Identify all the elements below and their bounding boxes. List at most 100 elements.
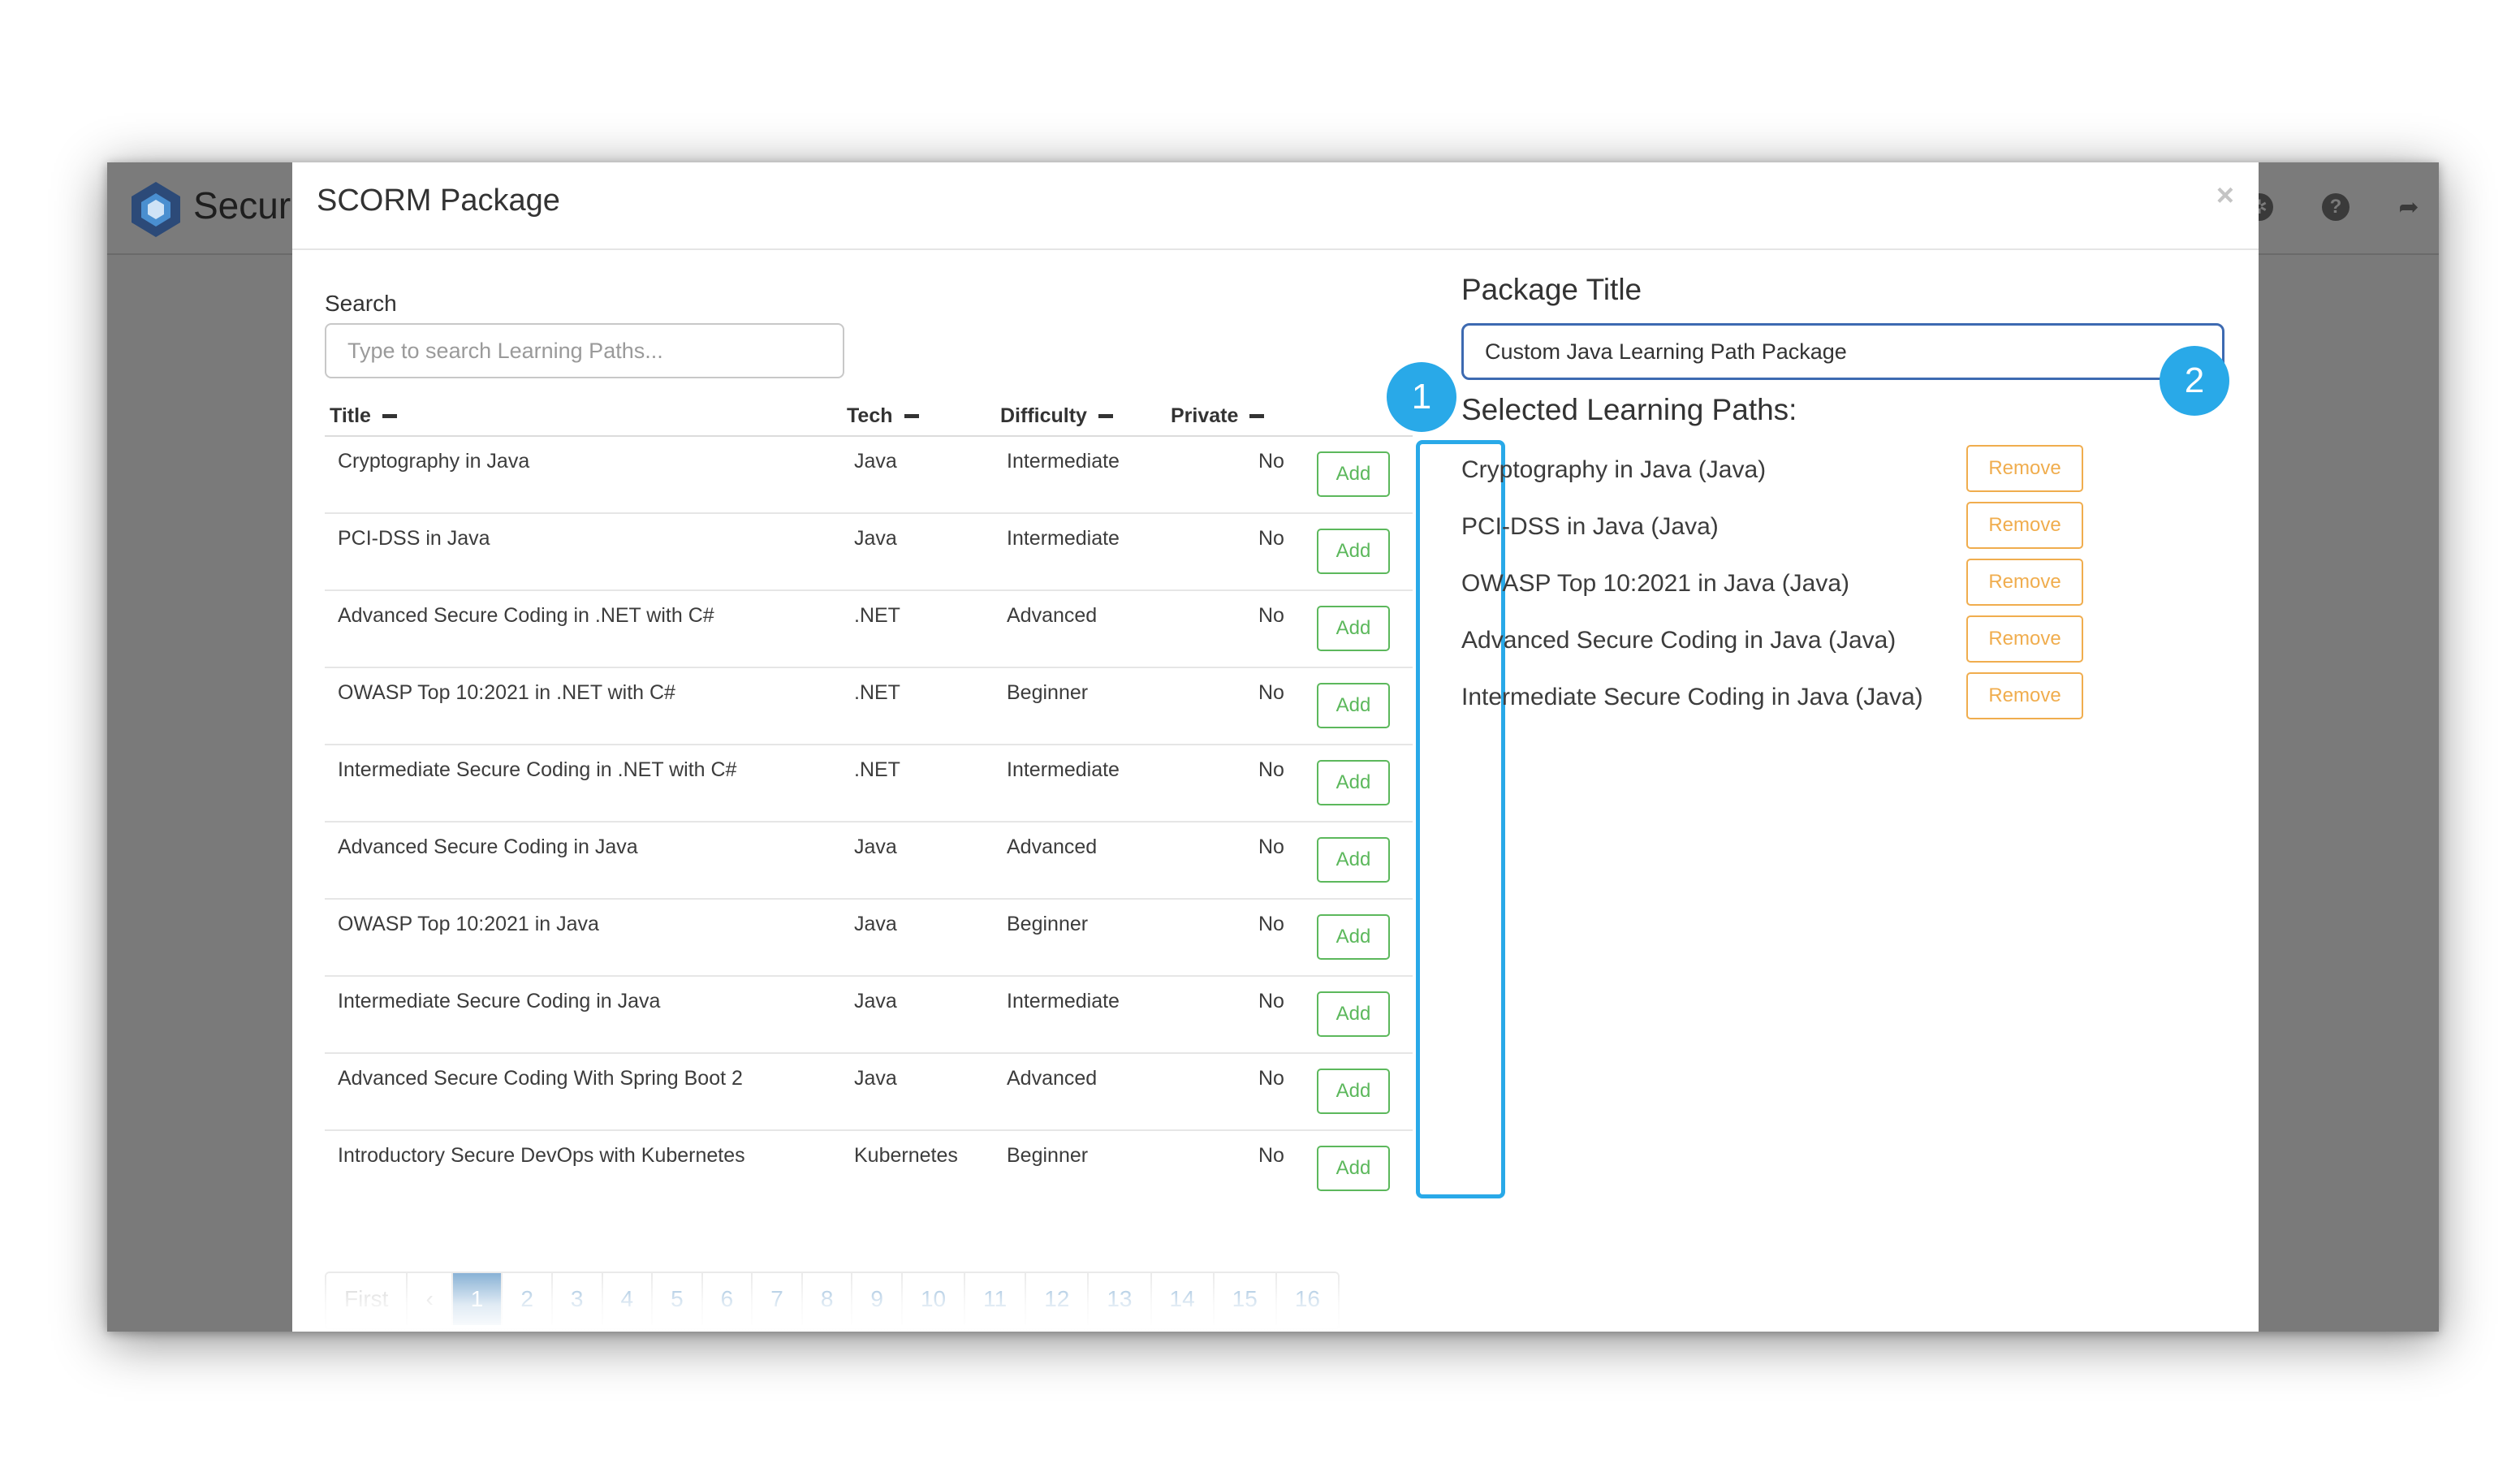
- add-button[interactable]: Add: [1317, 914, 1390, 960]
- row-title: OWASP Top 10:2021 in Java: [338, 913, 599, 935]
- row-private: No: [1258, 1144, 1284, 1167]
- pagination: First ‹ 1 2 3 4 5 6 7 8 9 10 11 12 13 14 15 16: [325, 1272, 1340, 1330]
- table-row: Intermediate Secure Coding in Java Java In…: [325, 977, 1413, 1054]
- column-header-label: Difficulty: [1000, 404, 1087, 427]
- pagination-page[interactable]: 15: [1214, 1273, 1277, 1325]
- pagination-page[interactable]: 14: [1151, 1273, 1215, 1325]
- pagination-page[interactable]: 7: [753, 1273, 803, 1325]
- selected-path-item: OWASP Top 10:2021 in Java (Java) Remove: [1461, 559, 2192, 615]
- table-row: OWASP Top 10:2021 in Java Java Beginner No A…: [325, 900, 1413, 977]
- row-private: No: [1258, 758, 1284, 781]
- pagination-page[interactable]: 11: [965, 1273, 1027, 1325]
- column-header-tech[interactable]: Tech: [847, 404, 919, 428]
- add-button[interactable]: Add: [1317, 451, 1390, 497]
- row-tech: .NET: [854, 758, 900, 781]
- row-difficulty: Beginner: [1007, 1144, 1089, 1167]
- selected-path-name: OWASP Top 10:2021 in Java (Java): [1461, 570, 1850, 597]
- table-row: Advanced Secure Coding in Java Java Advanc…: [325, 823, 1413, 900]
- pagination-first[interactable]: First: [326, 1273, 408, 1325]
- pagination-page[interactable]: 12: [1026, 1273, 1090, 1325]
- add-button[interactable]: Add: [1317, 606, 1390, 651]
- column-header-private[interactable]: Private: [1171, 404, 1265, 428]
- pagination-page[interactable]: 10: [902, 1273, 966, 1325]
- row-tech: .NET: [854, 681, 900, 704]
- row-difficulty: Beginner: [1007, 681, 1089, 704]
- row-title: Advanced Secure Coding in Java: [338, 835, 638, 858]
- selected-path-item: Intermediate Secure Coding in Java (Java…: [1461, 672, 2192, 729]
- help-icon[interactable]: ?: [2322, 193, 2350, 221]
- pagination-page[interactable]: 3: [552, 1273, 603, 1325]
- selected-path-item: Cryptography in Java (Java) Remove: [1461, 445, 2192, 502]
- sort-icon: [1249, 414, 1265, 418]
- row-difficulty: Advanced: [1007, 1067, 1098, 1090]
- row-tech: .NET: [854, 604, 900, 627]
- row-title: PCI-DSS in Java: [338, 527, 490, 550]
- row-tech: Kubernetes: [854, 1144, 958, 1167]
- pagination-page[interactable]: 13: [1089, 1273, 1152, 1325]
- remove-button[interactable]: Remove: [1966, 559, 2083, 606]
- close-icon[interactable]: ×: [2216, 179, 2234, 214]
- pagination-prev[interactable]: ‹: [408, 1273, 453, 1325]
- remove-button[interactable]: Remove: [1966, 615, 2083, 663]
- column-header-title[interactable]: Title: [330, 404, 397, 428]
- remove-button[interactable]: Remove: [1966, 672, 2083, 719]
- callout-badge-2: 2: [2160, 346, 2229, 416]
- row-difficulty: Intermediate: [1007, 527, 1120, 550]
- remove-button[interactable]: Remove: [1966, 502, 2083, 549]
- package-title-input[interactable]: [1461, 323, 2224, 380]
- table-row: Advanced Secure Coding in .NET with C# .N…: [325, 591, 1413, 668]
- selected-paths-label: Selected Learning Paths:: [1461, 393, 1797, 426]
- pagination-page[interactable]: 8: [802, 1273, 853, 1325]
- selected-paths-list: Cryptography in Java (Java) Remove PCI-DSS…: [1461, 445, 2192, 729]
- selected-path-name: Intermediate Secure Coding in Java (Java…: [1461, 684, 1923, 710]
- column-header-label: Title: [330, 404, 371, 427]
- table-row: Advanced Secure Coding With Spring Boot …: [325, 1054, 1413, 1131]
- add-button[interactable]: Add: [1317, 1069, 1390, 1114]
- column-header-label: Tech: [847, 404, 893, 427]
- sort-icon: [1098, 414, 1113, 418]
- add-button[interactable]: Add: [1317, 683, 1390, 728]
- row-difficulty: Intermediate: [1007, 990, 1120, 1013]
- search-input[interactable]: [325, 323, 844, 378]
- row-title: Introductory Secure DevOps with Kubernet…: [338, 1144, 745, 1167]
- row-tech: Java: [854, 527, 897, 550]
- pagination-page[interactable]: 9: [852, 1273, 903, 1325]
- selected-path-item: Advanced Secure Coding in Java (Java) Rem…: [1461, 615, 2192, 672]
- row-title: OWASP Top 10:2021 in .NET with C#: [338, 681, 675, 704]
- pagination-page[interactable]: 6: [702, 1273, 753, 1325]
- scorm-modal: SCORM Package × Search Title Tech Diffic…: [292, 162, 2259, 1332]
- table-row: OWASP Top 10:2021 in .NET with C# .NET Beg…: [325, 668, 1413, 745]
- row-private: No: [1258, 913, 1284, 935]
- sort-icon: [904, 414, 919, 418]
- pagination-page[interactable]: 16: [1276, 1273, 1338, 1325]
- add-button[interactable]: Add: [1317, 1146, 1390, 1191]
- row-title: Advanced Secure Coding in .NET with C#: [338, 604, 714, 627]
- row-difficulty: Intermediate: [1007, 450, 1120, 473]
- add-button[interactable]: Add: [1317, 837, 1390, 883]
- row-difficulty: Intermediate: [1007, 758, 1120, 781]
- learning-paths-table: Cryptography in Java Java Intermediate No Ad…: [325, 437, 1413, 1208]
- search-label: Search: [325, 291, 397, 316]
- add-button[interactable]: Add: [1317, 529, 1390, 574]
- pagination-page[interactable]: 4: [602, 1273, 654, 1325]
- app-brand: Secur: [193, 184, 291, 227]
- pagination-page[interactable]: 1: [452, 1273, 503, 1325]
- column-header-difficulty[interactable]: Difficulty: [1000, 404, 1113, 428]
- row-tech: Java: [854, 835, 897, 858]
- sort-icon: [382, 414, 397, 418]
- row-tech: Java: [854, 913, 897, 935]
- package-title-label: Package Title: [1461, 273, 1642, 306]
- table-row: Intermediate Secure Coding in .NET with …: [325, 745, 1413, 823]
- column-header-label: Private: [1171, 404, 1239, 427]
- row-title: Cryptography in Java: [338, 450, 530, 473]
- pagination-page[interactable]: 5: [653, 1273, 703, 1325]
- logout-icon[interactable]: ➦: [2395, 193, 2423, 221]
- row-private: No: [1258, 604, 1284, 627]
- add-button[interactable]: Add: [1317, 991, 1390, 1037]
- pagination-page[interactable]: 2: [503, 1273, 553, 1325]
- row-private: No: [1258, 527, 1284, 550]
- app-window: Secur ✲ ? ➦ SCORM Package × Search Title…: [107, 162, 2439, 1332]
- remove-button[interactable]: Remove: [1966, 445, 2083, 492]
- add-button[interactable]: Add: [1317, 760, 1390, 805]
- row-title: Intermediate Secure Coding in .NET with …: [338, 758, 737, 781]
